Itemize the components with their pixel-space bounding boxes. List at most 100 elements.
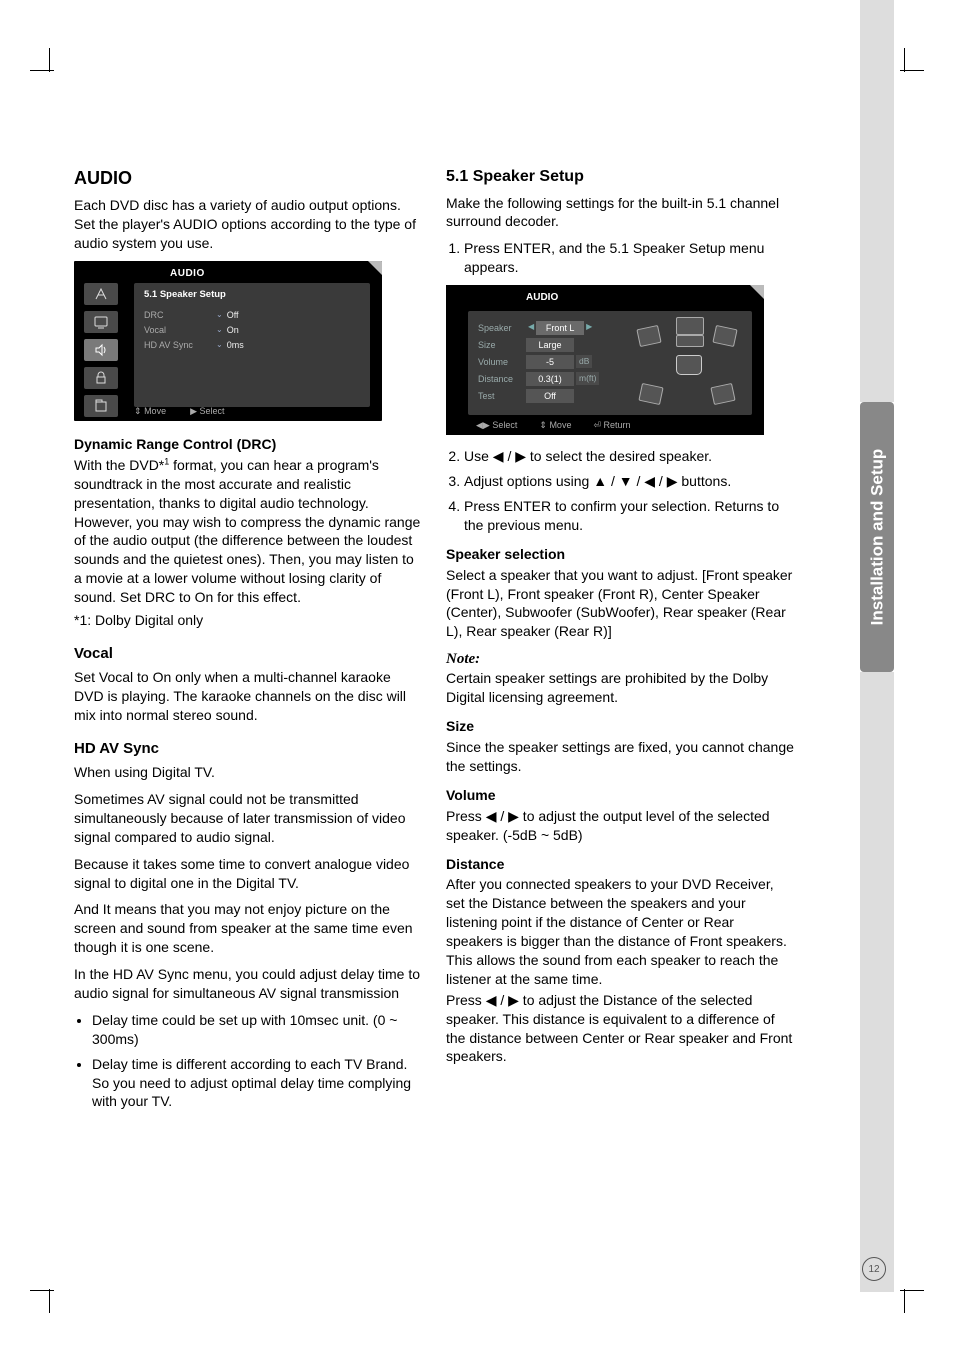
vocal-body: Set Vocal to On only when a multi-channe…	[74, 668, 422, 725]
side-gray-bar-top	[860, 0, 894, 402]
row-size: Size Large	[478, 336, 618, 353]
size-heading: Size	[446, 717, 794, 736]
crop-mark	[30, 70, 54, 71]
osd-panel: 5.1 Speaker Setup DRC ⌄ Off Vocal ⌄ On H…	[134, 283, 370, 407]
side-gray-bar-bottom	[860, 672, 894, 1292]
hdav-p3: Because it takes some time to convert an…	[74, 855, 422, 893]
osd-highlight: 5.1 Speaker Setup	[144, 289, 360, 302]
distance-body-2: Press ◀ / ▶ to adjust the Distance of th…	[446, 991, 794, 1067]
diagram-rear-l-icon	[638, 383, 663, 405]
right-icon: ▶	[508, 992, 519, 1008]
row-distance: Distance 0.3(1) m(ft)	[478, 370, 618, 387]
osd-footer: ⇕ Move ▶ Select	[134, 405, 370, 417]
dogear-icon	[750, 285, 764, 299]
heading-audio: AUDIO	[74, 166, 422, 190]
crop-mark	[904, 1289, 905, 1313]
left-icon: ◀	[644, 473, 655, 489]
hdav-p2: Sometimes AV signal could not be transmi…	[74, 790, 422, 847]
left-icon: ◀	[493, 448, 504, 464]
crop-mark	[49, 48, 50, 72]
row-volume: Volume -5 dB	[478, 353, 618, 370]
hdav-bullet-2: Delay time is different according to eac…	[92, 1055, 422, 1112]
updown-icon: ⇕	[539, 420, 547, 430]
diagram-sofa-icon	[676, 355, 702, 375]
hdav-p4: And It means that you may not enjoy pict…	[74, 900, 422, 957]
return-icon: ⏎	[593, 420, 601, 430]
drc-footnote: *1: Dolby Digital only	[74, 611, 422, 630]
nav-lock-icon	[84, 367, 118, 389]
osd2-title: AUDIO	[526, 291, 558, 305]
distance-body-1: After you connected speakers to your DVD…	[446, 875, 794, 988]
right-column: 5.1 Speaker Setup Make the following set…	[446, 166, 794, 1119]
volume-heading: Volume	[446, 786, 794, 805]
step-4: Press ENTER to confirm your selection. R…	[464, 497, 794, 535]
speaker-intro: Make the following settings for the buil…	[446, 194, 794, 232]
crop-mark	[904, 48, 905, 72]
chevron-icon: ⌄	[216, 310, 223, 321]
speaker-selection-heading: Speaker selection	[446, 545, 794, 564]
row-test: Test Off	[478, 387, 618, 404]
vocal-heading: Vocal	[74, 644, 422, 664]
audio-menu-screenshot: AUDIO 5.1 Speaker Setup DRC ⌄ Off	[74, 261, 382, 421]
osd2-footer: ◀▶ Select ⇕ Move ⏎ Return	[476, 419, 752, 431]
right-icon: ▶	[508, 808, 519, 824]
up-icon: ▲	[593, 473, 607, 489]
osd-row-hdav: HD AV Sync ⌄ 0ms	[144, 338, 360, 353]
diagram-rear-r-icon	[710, 383, 735, 405]
updown-icon: ⇕	[134, 406, 142, 416]
chevron-icon: ⌄	[216, 340, 223, 351]
diagram-front-r-icon	[712, 325, 737, 347]
speaker-steps-cont: Use ◀ / ▶ to select the desired speaker.…	[464, 447, 794, 535]
speaker-diagram	[632, 317, 742, 407]
page-number: 12	[862, 1257, 886, 1281]
speaker-selection-body: Select a speaker that you want to adjust…	[446, 566, 794, 642]
osd-row-vocal: Vocal ⌄ On	[144, 323, 360, 338]
speaker-menu-screenshot: AUDIO Speaker ◀ Front L ▶ Size Large Vol…	[446, 285, 764, 435]
crop-mark	[900, 1290, 924, 1291]
note-body: Certain speaker settings are prohibited …	[446, 669, 794, 707]
foot-return: ⏎ Return	[593, 419, 630, 431]
osd-title: AUDIO	[170, 267, 205, 281]
hdav-p1: When using Digital TV.	[74, 763, 422, 782]
crop-mark	[49, 1289, 50, 1313]
diagram-front-l-icon	[636, 325, 661, 347]
diagram-center-icon	[676, 317, 704, 335]
down-icon: ▼	[619, 473, 633, 489]
step-2: Use ◀ / ▶ to select the desired speaker.	[464, 447, 794, 466]
step-3: Adjust options using ▲ / ▼ / ◀ / ▶ butto…	[464, 472, 794, 491]
right-icon: ▶	[515, 448, 526, 464]
row-speaker: Speaker ◀ Front L ▶	[478, 319, 618, 336]
left-icon: ◀	[486, 992, 497, 1008]
left-column: AUDIO Each DVD disc has a variety of aud…	[74, 166, 422, 1119]
note-label: Note:	[446, 649, 794, 669]
foot-move: ⇕ Move	[134, 405, 166, 417]
leftright-icon: ◀▶	[476, 420, 490, 430]
crop-mark	[30, 1290, 54, 1291]
nav-display-icon	[84, 311, 118, 333]
nav-language-icon	[84, 283, 118, 305]
speaker-steps: Press ENTER, and the 5.1 Speaker Setup m…	[464, 239, 794, 277]
nav-audio-icon	[84, 339, 118, 361]
hdav-p5: In the HD AV Sync menu, you could adjust…	[74, 965, 422, 1003]
hdav-heading: HD AV Sync	[74, 739, 422, 759]
right-icon: ▶	[584, 322, 594, 333]
right-icon: ▶	[667, 473, 678, 489]
section-tab: Installation and Setup	[860, 402, 894, 672]
right-icon: ▶	[190, 406, 197, 416]
diagram-sub-icon	[676, 335, 704, 347]
size-body: Since the speaker settings are fixed, yo…	[446, 738, 794, 776]
heading-speaker-setup: 5.1 Speaker Setup	[446, 166, 794, 188]
left-icon: ◀	[526, 322, 536, 333]
osd2-panel: Speaker ◀ Front L ▶ Size Large Volume -5…	[468, 311, 752, 415]
distance-heading: Distance	[446, 855, 794, 874]
nav-others-icon	[84, 395, 118, 417]
volume-body: Press ◀ / ▶ to adjust the output level o…	[446, 807, 794, 845]
chevron-icon: ⌄	[216, 325, 223, 336]
foot-select: ▶ Select	[190, 405, 224, 417]
foot-select: ◀▶ Select	[476, 419, 517, 431]
osd-nav	[84, 283, 124, 417]
foot-move: ⇕ Move	[539, 419, 571, 431]
dogear-icon	[368, 261, 382, 275]
drc-heading: Dynamic Range Control (DRC)	[74, 435, 422, 454]
hdav-bullet-1: Delay time could be set up with 10msec u…	[92, 1011, 422, 1049]
